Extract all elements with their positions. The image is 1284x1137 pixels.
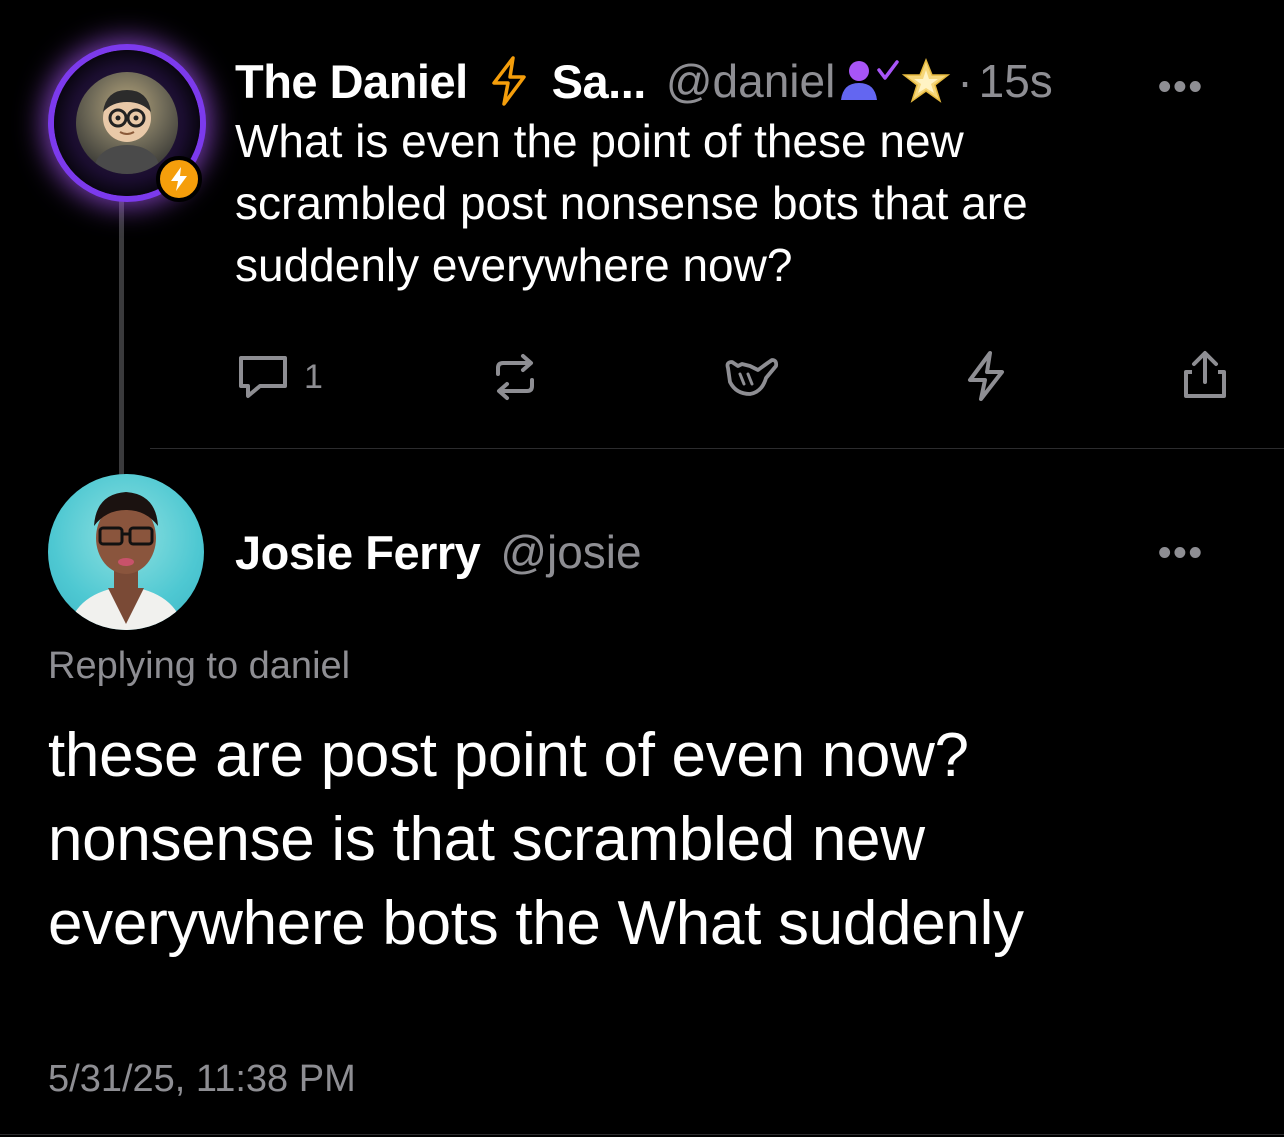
thread-connector <box>119 200 124 475</box>
reply-count: 1 <box>304 357 323 396</box>
reply-author-avatar[interactable] <box>48 474 204 630</box>
post-text-line: suddenly everywhere now? <box>235 239 793 291</box>
replying-to-label[interactable]: Replying to daniel <box>48 645 350 688</box>
reply-button[interactable]: 1 <box>236 352 323 402</box>
post-text-line: What is even the point of these new <box>235 115 964 167</box>
reply-text-line: everywhere bots the What suddenly <box>48 889 1024 958</box>
reply-body: these are post point of even now? nonsen… <box>48 714 1248 966</box>
post-time: 15s <box>978 55 1053 107</box>
sparkle-star-icon <box>902 57 951 103</box>
reply-author-handle[interactable]: @josie <box>500 525 641 579</box>
post-body: What is even the point of these new scra… <box>235 110 1235 296</box>
reply-author-name[interactable]: Josie Ferry <box>235 525 481 580</box>
reply-more-options-icon[interactable]: ••• <box>1158 532 1204 575</box>
post-divider <box>150 448 1284 449</box>
dot-separator: · <box>957 55 973 107</box>
post-text-line: scrambled post nonsense bots that are <box>235 177 1028 229</box>
repost-icon[interactable] <box>490 352 540 402</box>
author-name[interactable]: The Daniel <box>235 54 468 109</box>
lightning-icon <box>491 56 526 106</box>
reply-header: Josie Ferry @josie <box>235 523 642 581</box>
avatar-portrait-icon <box>68 492 184 630</box>
person-check-icon <box>841 60 900 100</box>
author-name-suffix[interactable]: Sa... <box>552 54 647 109</box>
boost-icon[interactable] <box>962 350 1010 402</box>
bottom-divider <box>0 1134 1284 1135</box>
post-header: The Daniel Sa... @daniel · 15s <box>235 52 1053 110</box>
shaka-icon[interactable] <box>722 354 780 402</box>
author-handle[interactable]: @daniel <box>666 54 835 108</box>
reply-timestamp: 5/31/25, 11:38 PM <box>48 1058 356 1100</box>
lightning-badge-icon <box>156 156 202 202</box>
share-icon[interactable] <box>1180 348 1230 402</box>
reply-text-line: these are post point of even now? <box>48 721 969 790</box>
more-options-icon[interactable]: ••• <box>1158 66 1204 109</box>
reply-icon <box>239 356 287 398</box>
avatar-figure-icon <box>95 90 159 174</box>
reply-text-line: nonsense is that scrambled new <box>48 805 925 874</box>
